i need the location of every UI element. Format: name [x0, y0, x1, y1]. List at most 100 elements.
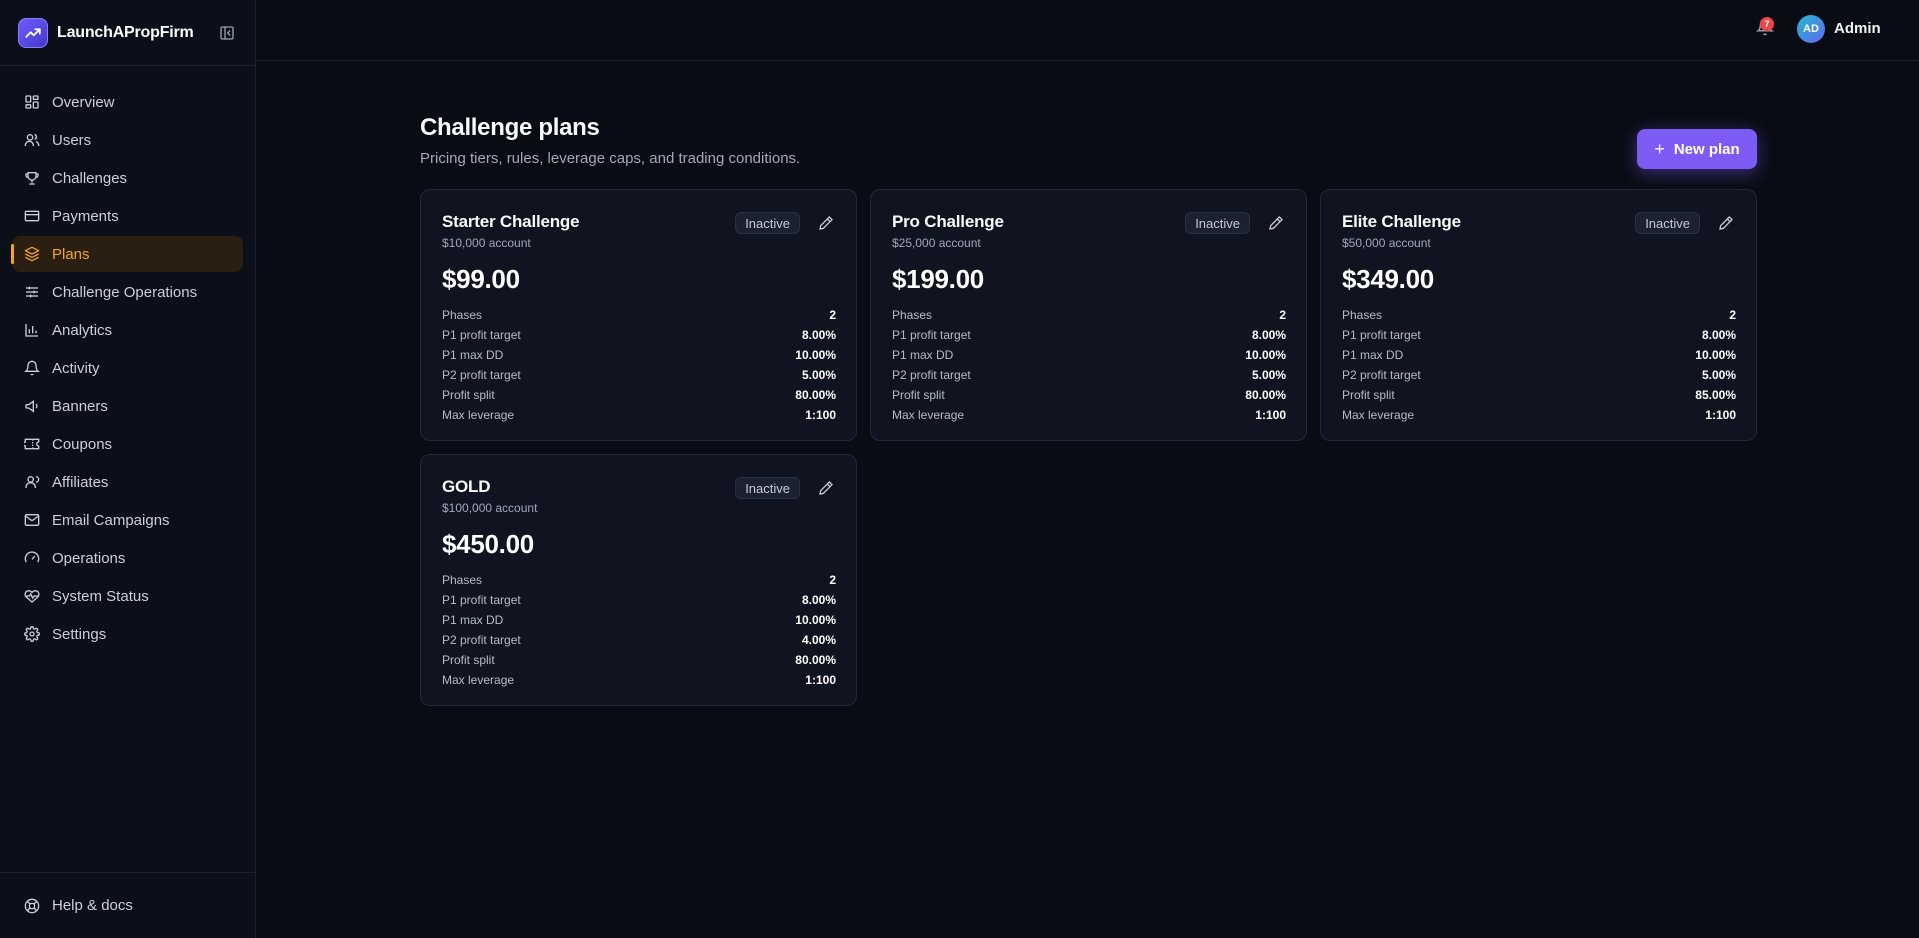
bell-icon	[24, 360, 40, 376]
sidebar-item-affiliates[interactable]: Affiliates	[12, 464, 243, 500]
sidebar-item-challenges[interactable]: Challenges	[12, 160, 243, 196]
detail-label: P1 max DD	[1342, 348, 1404, 362]
sidebar-item-system-status[interactable]: System Status	[12, 578, 243, 614]
detail-label: Profit split	[1342, 388, 1395, 402]
sliders-icon	[24, 284, 40, 300]
sidebar-item-overview[interactable]: Overview	[12, 84, 243, 120]
sidebar-item-payments[interactable]: Payments	[12, 198, 243, 234]
detail-label: Profit split	[892, 388, 945, 402]
avatar[interactable]: AD	[1797, 15, 1825, 43]
status-badge: Inactive	[1185, 212, 1250, 234]
detail-row: P2 profit target 5.00%	[442, 365, 836, 385]
sidebar-item-label: Analytics	[52, 321, 113, 339]
sidebar-item-challenge-operations[interactable]: Challenge Operations	[12, 274, 243, 310]
mail-icon	[24, 512, 40, 528]
detail-label: Max leverage	[442, 673, 515, 687]
credit-card-icon	[24, 208, 40, 224]
detail-label: P1 profit target	[442, 328, 521, 342]
plan-details: Phases 2 P1 profit target 8.00% P1 max DD 1…	[442, 305, 836, 425]
detail-row: Max leverage 1:100	[892, 405, 1286, 425]
new-plan-button[interactable]: + New plan	[1637, 129, 1757, 169]
help-docs-link[interactable]: Help & docs	[0, 872, 256, 938]
sidebar-item-operations[interactable]: Operations	[12, 540, 243, 576]
sidebar-nav: Overview Users Challenges Payments Plans…	[0, 66, 255, 652]
layers-icon	[24, 246, 40, 262]
detail-value: 2	[829, 308, 836, 322]
edit-pencil-icon[interactable]	[818, 480, 834, 496]
collapse-sidebar-icon[interactable]	[217, 23, 237, 43]
sidebar-item-coupons[interactable]: Coupons	[12, 426, 243, 462]
sidebar-item-banners[interactable]: Banners	[12, 388, 243, 424]
sidebar-item-label: Plans	[52, 245, 90, 263]
plan-price: $199.00	[892, 264, 984, 294]
detail-row: P2 profit target 5.00%	[1342, 365, 1736, 385]
user-name[interactable]: Admin	[1834, 20, 1881, 37]
brand-name[interactable]: LaunchAPropFirm	[57, 24, 194, 42]
detail-label: Profit split	[442, 388, 495, 402]
detail-value: 8.00%	[801, 593, 836, 607]
detail-value: 1:100	[805, 408, 836, 422]
plan-card: Elite Challenge $50,000 account Inactive…	[1320, 189, 1757, 441]
heart-pulse-icon	[24, 588, 40, 604]
lifebuoy-icon	[24, 898, 40, 914]
detail-label: P2 profit target	[892, 368, 971, 382]
brand-logo-icon[interactable]	[18, 17, 48, 48]
detail-row: P1 max DD 10.00%	[442, 345, 836, 365]
detail-value: 1:100	[1705, 408, 1736, 422]
plan-price: $450.00	[442, 529, 534, 559]
detail-label: P2 profit target	[442, 368, 521, 382]
sidebar-item-label: Operations	[52, 549, 126, 567]
detail-label: P2 profit target	[1342, 368, 1421, 382]
detail-row: P1 profit target 8.00%	[892, 325, 1286, 345]
detail-row: P1 profit target 8.00%	[442, 325, 836, 345]
edit-pencil-icon[interactable]	[1268, 215, 1284, 231]
detail-label: Phases	[442, 573, 483, 587]
detail-row: Phases 2	[442, 570, 836, 590]
detail-row: Max leverage 1:100	[1342, 405, 1736, 425]
detail-row: P2 profit target 5.00%	[892, 365, 1286, 385]
detail-label: Phases	[442, 308, 483, 322]
sidebar-item-label: Coupons	[52, 435, 113, 453]
plan-card: GOLD $100,000 account Inactive $450.00 P…	[420, 454, 857, 706]
detail-value: 4.00%	[801, 633, 836, 647]
plans-grid: Starter Challenge $10,000 account Inacti…	[420, 189, 1757, 706]
megaphone-icon	[24, 398, 40, 414]
brand-header: LaunchAPropFirm	[0, 0, 255, 66]
sidebar-item-label: Payments	[52, 207, 119, 225]
sidebar-item-label: Email Campaigns	[52, 511, 170, 529]
sidebar-item-settings[interactable]: Settings	[12, 616, 243, 652]
plan-card: Starter Challenge $10,000 account Inacti…	[420, 189, 857, 441]
detail-label: Max leverage	[442, 408, 515, 422]
detail-row: Phases 2	[1342, 305, 1736, 325]
sidebar-item-label: System Status	[52, 587, 149, 605]
status-badge: Inactive	[735, 477, 800, 499]
detail-value: 5.00%	[1251, 368, 1286, 382]
sidebar: LaunchAPropFirm Overview Users Challenge…	[0, 0, 256, 938]
sidebar-item-label: Overview	[52, 93, 115, 111]
page-subtitle: Pricing tiers, rules, leverage caps, and…	[420, 150, 801, 167]
edit-pencil-icon[interactable]	[818, 215, 834, 231]
sidebar-item-email-campaigns[interactable]: Email Campaigns	[12, 502, 243, 538]
detail-label: Profit split	[442, 653, 495, 667]
detail-row: P1 profit target 8.00%	[1342, 325, 1736, 345]
help-docs-label: Help & docs	[52, 897, 133, 914]
sidebar-item-activity[interactable]: Activity	[12, 350, 243, 386]
sidebar-item-users[interactable]: Users	[12, 122, 243, 158]
edit-pencil-icon[interactable]	[1718, 215, 1734, 231]
sidebar-item-label: Users	[52, 131, 92, 149]
detail-value: 8.00%	[801, 328, 836, 342]
user-group-icon	[24, 474, 40, 490]
sidebar-item-plans[interactable]: Plans	[11, 236, 243, 272]
detail-label: P1 max DD	[892, 348, 954, 362]
gauge-icon	[24, 550, 40, 566]
detail-value: 8.00%	[1701, 328, 1736, 342]
grid-icon	[24, 94, 40, 110]
sidebar-item-label: Challenge Operations	[52, 283, 198, 301]
sidebar-item-analytics[interactable]: Analytics	[12, 312, 243, 348]
detail-row: Profit split 80.00%	[892, 385, 1286, 405]
detail-value: 2	[1279, 308, 1286, 322]
detail-value: 1:100	[1255, 408, 1286, 422]
detail-value: 80.00%	[1245, 388, 1286, 402]
plan-price: $349.00	[1342, 264, 1434, 294]
sidebar-item-label: Challenges	[52, 169, 128, 187]
